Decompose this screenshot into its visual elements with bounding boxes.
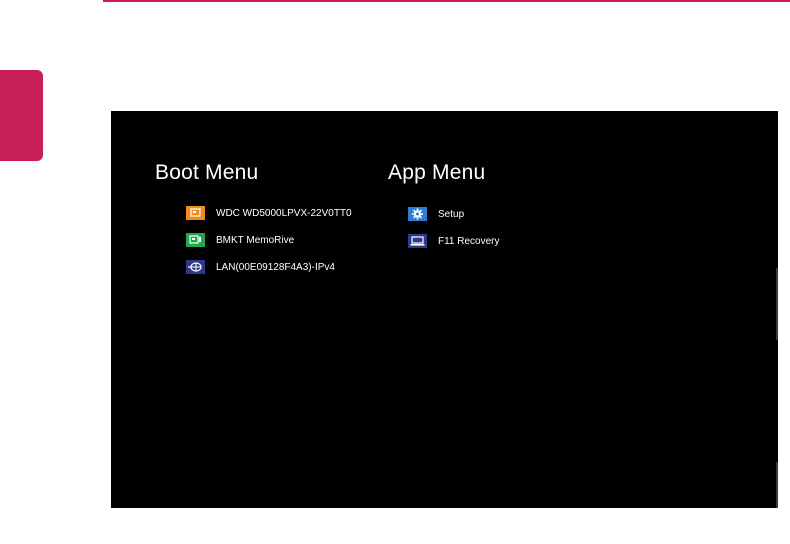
boot-item-hdd[interactable]: WDC WD5000LPVX-22V0TT0 <box>186 205 352 221</box>
boot-item-usb[interactable]: BMKT MemoRive <box>186 232 352 248</box>
app-item-setup[interactable]: Setup <box>408 206 500 222</box>
boot-item-lan[interactable]: LAN(00E09128F4A3)-IPv4 <box>186 259 352 275</box>
boot-menu-title: Boot Menu <box>155 161 259 184</box>
usb-drive-icon <box>186 233 205 247</box>
edge-marker <box>776 462 778 508</box>
edge-marker <box>776 268 778 340</box>
boot-item-label: LAN(00E09128F4A3)-IPv4 <box>216 261 335 273</box>
boot-item-label: BMKT MemoRive <box>216 234 295 246</box>
boot-item-label: WDC WD5000LPVX-22V0TT0 <box>216 207 352 219</box>
app-menu-title: App Menu <box>388 161 486 184</box>
section-tab <box>0 70 43 161</box>
app-item-label: Setup <box>438 208 465 220</box>
boot-screen: Boot Menu WDC WD5000LPVX-22V0TT0 BMKT Me… <box>111 111 778 508</box>
laptop-icon <box>408 234 427 248</box>
hdd-icon <box>186 206 205 220</box>
boot-menu-list: WDC WD5000LPVX-22V0TT0 BMKT MemoRive LAN… <box>186 205 352 286</box>
gear-icon <box>408 207 427 221</box>
app-item-label: F11 Recovery <box>438 235 500 247</box>
network-icon <box>186 260 205 274</box>
header-rule <box>103 0 790 2</box>
app-menu-list: Setup F11 Recovery <box>408 206 500 260</box>
app-item-recovery[interactable]: F11 Recovery <box>408 233 500 249</box>
